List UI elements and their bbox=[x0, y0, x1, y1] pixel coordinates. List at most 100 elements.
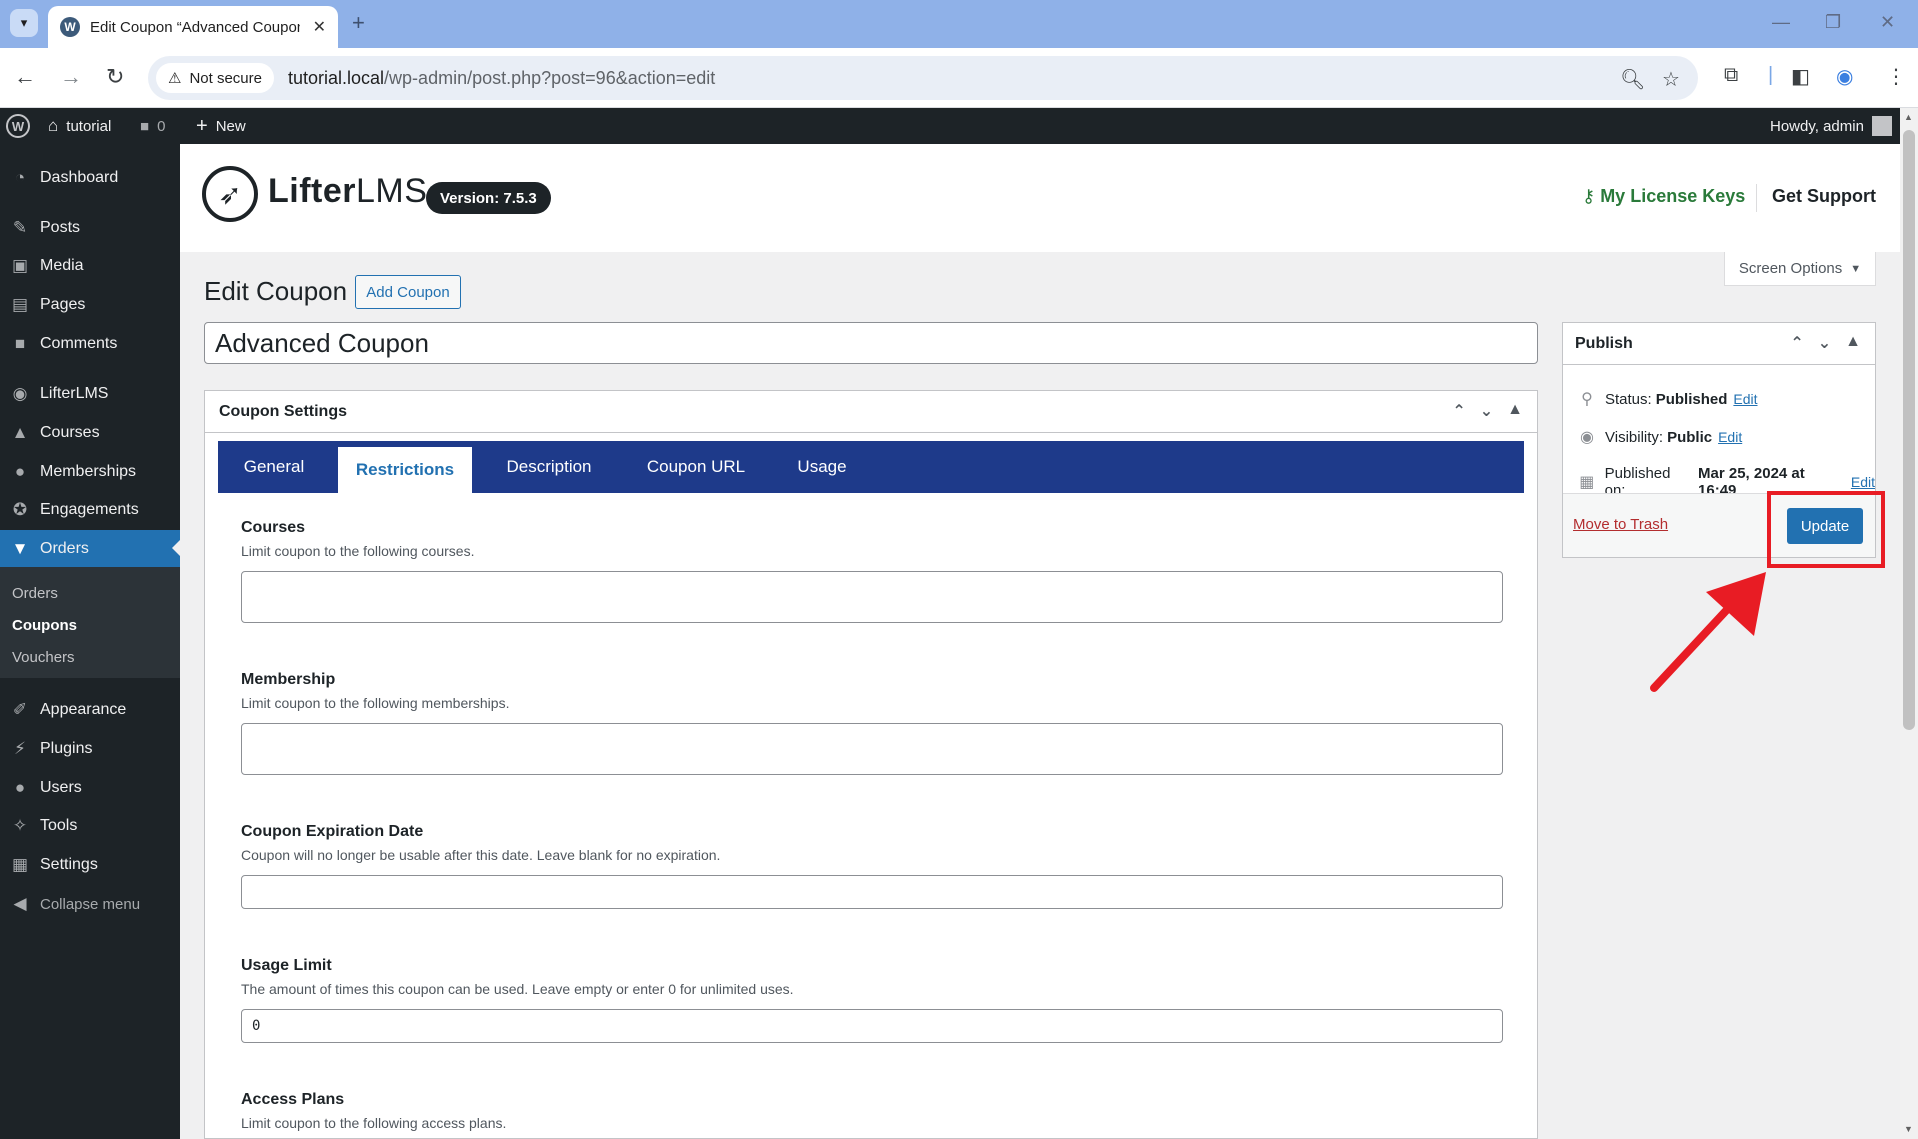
move-up-icon[interactable]: ⌃ bbox=[1790, 333, 1803, 353]
move-up-icon[interactable]: ⌃ bbox=[1452, 401, 1465, 421]
sidebar-item-label: Plugins bbox=[40, 740, 93, 757]
screen-options-label: Screen Options bbox=[1738, 260, 1843, 277]
move-down-icon[interactable]: ⌄ bbox=[1818, 333, 1831, 353]
courses-select[interactable] bbox=[241, 571, 1503, 623]
bookmark-star-icon[interactable]: ☆ bbox=[1662, 67, 1680, 92]
license-keys-link[interactable]: ⚷ My License Keys bbox=[1582, 186, 1745, 207]
extensions-icon[interactable]: ⧉ bbox=[1724, 64, 1738, 87]
visibility-value: Public bbox=[1667, 428, 1713, 446]
sidebar-item-engagements[interactable]: ✪ Engagements bbox=[0, 492, 180, 528]
new-content-link[interactable]: + New bbox=[196, 108, 246, 144]
publish-header: Publish ⌃ ⌄ ▲ bbox=[1563, 323, 1875, 365]
get-support-link[interactable]: Get Support bbox=[1772, 186, 1876, 207]
lifterlms-brand: LifterLMS bbox=[268, 172, 427, 211]
sidebar-item-label: Settings bbox=[40, 856, 98, 873]
comments-link[interactable]: ■ 0 bbox=[140, 108, 165, 144]
submenu-coupons[interactable]: Coupons bbox=[12, 617, 77, 634]
tab-title: Edit Coupon “Advanced Coupon” bbox=[90, 18, 300, 36]
scroll-up-icon[interactable]: ▲ bbox=[1904, 112, 1913, 122]
expiration-date-label: Coupon Expiration Date bbox=[241, 823, 424, 840]
status-row: ⚲ Status: Published Edit bbox=[1575, 389, 1757, 409]
site-name-link[interactable]: ⌂ tutorial bbox=[48, 108, 111, 144]
usage-limit-input[interactable]: 0 bbox=[241, 1009, 1503, 1043]
pin-icon: ✎ bbox=[12, 218, 28, 237]
tab-search-chevron-icon[interactable]: ▾ bbox=[10, 9, 38, 37]
expiration-date-input[interactable] bbox=[241, 875, 1503, 909]
menu-kebab-icon[interactable]: ⋮ bbox=[1886, 64, 1906, 89]
sidebar-item-pages[interactable]: ▤ Pages bbox=[0, 287, 180, 323]
sidebar-item-plugins[interactable]: ⚡ Plugins bbox=[0, 731, 180, 767]
edit-visibility-link[interactable]: Edit bbox=[1718, 429, 1742, 445]
submenu-orders[interactable]: Orders bbox=[12, 585, 58, 602]
sidebar-item-comments[interactable]: ■ Comments bbox=[0, 326, 180, 362]
access-plans-description: Limit coupon to the following access pla… bbox=[241, 1115, 507, 1131]
add-coupon-button[interactable]: Add Coupon bbox=[355, 275, 461, 309]
site-name: tutorial bbox=[66, 117, 112, 135]
license-label: My License Keys bbox=[1600, 186, 1746, 206]
page-scrollbar[interactable]: ▲ ▼ bbox=[1900, 108, 1918, 1139]
side-panel-icon[interactable]: ◧ bbox=[1791, 64, 1810, 89]
wp-admin-bar: W ⌂ tutorial ■ 0 + New Howdy, admin bbox=[0, 108, 1900, 144]
sidebar-item-orders[interactable]: ▼ Orders bbox=[0, 530, 180, 568]
lifterlms-rocket-logo-icon: ➶ bbox=[202, 166, 258, 222]
url-text[interactable]: tutorial.local/wp-admin/post.php?post=96… bbox=[288, 68, 715, 89]
tab-description[interactable]: Description bbox=[480, 441, 618, 493]
key-icon: ⚷ bbox=[1582, 186, 1601, 206]
tab-coupon-url[interactable]: Coupon URL bbox=[624, 441, 768, 493]
forward-icon[interactable]: → bbox=[60, 64, 82, 90]
close-tab-icon[interactable]: ✕ bbox=[313, 17, 326, 37]
tab-usage[interactable]: Usage bbox=[774, 441, 870, 493]
version-badge: Version: 7.5.3 bbox=[426, 182, 551, 214]
coupon-title-input[interactable]: Advanced Coupon bbox=[204, 322, 1538, 364]
membership-select[interactable] bbox=[241, 723, 1503, 775]
not-secure-chip[interactable]: ⚠ Not secure bbox=[156, 63, 274, 93]
scroll-thumb[interactable] bbox=[1903, 130, 1915, 730]
user-icon: ● bbox=[14, 778, 26, 797]
page-icon: ▤ bbox=[11, 295, 29, 314]
caret-down-icon: ▼ bbox=[1850, 262, 1862, 275]
edit-date-link[interactable]: Edit bbox=[1851, 474, 1875, 490]
sidebar-item-tools[interactable]: ✧ Tools bbox=[0, 808, 180, 844]
publish-title: Publish bbox=[1575, 334, 1633, 352]
minimize-icon[interactable]: — bbox=[1772, 12, 1790, 33]
sidebar-item-posts[interactable]: ✎ Posts bbox=[0, 210, 180, 246]
sidebar-item-dashboard[interactable]: ◔ Dashboard bbox=[0, 160, 180, 196]
toggle-panel-icon[interactable]: ▲ bbox=[1845, 333, 1861, 353]
profile-icon[interactable]: ◉ bbox=[1836, 64, 1853, 89]
restore-icon[interactable]: ❐ bbox=[1825, 12, 1841, 33]
tab-general[interactable]: General bbox=[218, 441, 330, 493]
tab-restrictions[interactable]: Restrictions bbox=[338, 447, 472, 493]
sidebar-item-courses[interactable]: ▲ Courses bbox=[0, 415, 180, 451]
submenu-vouchers[interactable]: Vouchers bbox=[12, 649, 75, 666]
back-icon[interactable]: ← bbox=[14, 64, 36, 90]
scroll-down-icon[interactable]: ▼ bbox=[1904, 1124, 1913, 1134]
wp-logo-menu[interactable]: W bbox=[6, 108, 30, 144]
move-to-trash-link[interactable]: Move to Trash bbox=[1573, 516, 1668, 533]
sidebar-item-appearance[interactable]: ✐ Appearance bbox=[0, 692, 180, 728]
avatar bbox=[1871, 116, 1892, 136]
browser-tab[interactable]: W Edit Coupon “Advanced Coupon” ✕ bbox=[48, 6, 338, 48]
usage-limit-label: Usage Limit bbox=[241, 957, 332, 974]
courses-label: Courses bbox=[241, 519, 306, 536]
groups-icon: ● bbox=[14, 462, 26, 481]
sidebar-item-settings[interactable]: ▦ Settings bbox=[0, 847, 180, 883]
collapse-menu-button[interactable]: ◀ Collapse menu bbox=[0, 886, 180, 922]
screen-options-button[interactable]: Screen Options ▼ bbox=[1724, 252, 1876, 286]
sidebar-item-label: LifterLMS bbox=[40, 385, 109, 402]
settings-icon: ▦ bbox=[11, 855, 29, 874]
zoom-icon[interactable]: 🔍︎ bbox=[1620, 67, 1645, 92]
window-close-icon[interactable]: ✕ bbox=[1880, 12, 1895, 33]
sidebar-item-media[interactable]: ▣ Media bbox=[0, 248, 180, 284]
new-tab-icon[interactable]: + bbox=[352, 10, 365, 36]
sidebar-item-lifterlms[interactable]: ◉ LifterLMS bbox=[0, 376, 180, 412]
orders-submenu: Orders Coupons Vouchers bbox=[0, 567, 180, 678]
divider-icon: | bbox=[1768, 64, 1774, 86]
my-account-link[interactable]: Howdy, admin bbox=[1770, 108, 1892, 144]
sidebar-item-users[interactable]: ● Users bbox=[0, 770, 180, 806]
sidebar-item-memberships[interactable]: ● Memberships bbox=[0, 454, 180, 490]
edit-status-link[interactable]: Edit bbox=[1733, 391, 1757, 407]
move-down-icon[interactable]: ⌄ bbox=[1480, 401, 1493, 421]
omnibox[interactable]: ⚠ Not secure tutorial.local/wp-admin/pos… bbox=[148, 56, 1698, 100]
reload-icon[interactable]: ↻ bbox=[106, 64, 124, 90]
toggle-panel-icon[interactable]: ▲ bbox=[1507, 401, 1523, 421]
